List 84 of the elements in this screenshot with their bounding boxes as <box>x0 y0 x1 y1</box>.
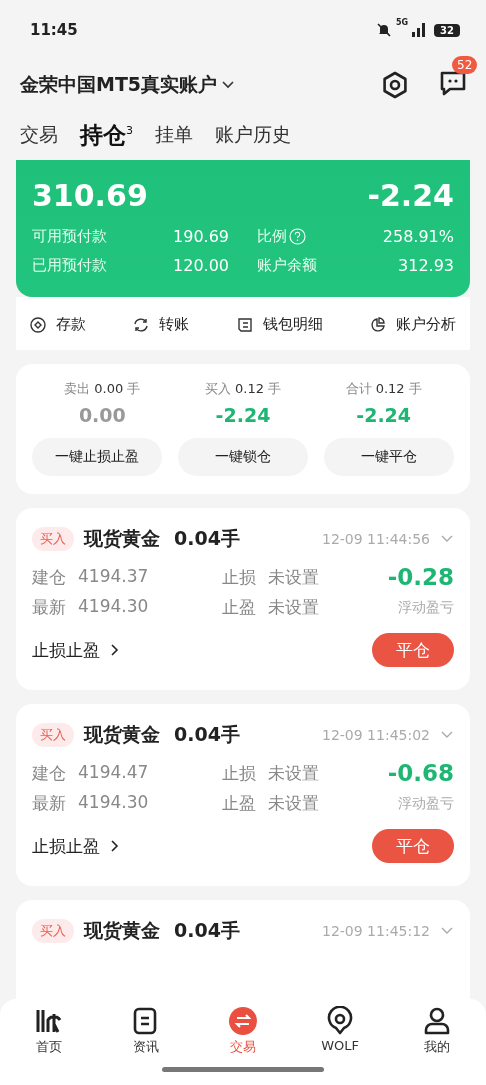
signal-icon <box>412 23 427 37</box>
field-label: 止损 <box>222 761 256 785</box>
pnl-value: -2.24 <box>215 404 271 426</box>
stat-value: 120.00 <box>173 256 229 275</box>
stat-label: 比例 <box>257 227 287 246</box>
pnl-value: 0.00 <box>78 404 126 426</box>
open-time: 12-09 11:45:02 <box>322 727 430 743</box>
field-label: 止损 <box>222 565 256 589</box>
equity-value: 310.69 <box>32 178 148 213</box>
lot-size: 0.04手 <box>174 722 240 747</box>
field-label: 止盈 <box>222 792 256 815</box>
side-tag: 买入 <box>32 723 74 747</box>
chevron-right-icon[interactable] <box>110 643 120 657</box>
lot-size: 0.04手 <box>174 526 240 551</box>
bulk-action-button[interactable]: 一键止损止盈 <box>32 438 162 476</box>
battery-indicator: 32 <box>434 23 460 37</box>
pnl-value: -2.24 <box>356 404 412 426</box>
field-label: 最新 <box>32 792 66 815</box>
field-value: 4194.37 <box>78 565 149 588</box>
tab[interactable]: 账户历史 <box>215 122 291 148</box>
notification-badge: 52 <box>452 56 478 74</box>
close-position-button[interactable]: 平仓 <box>372 829 454 863</box>
side-tag: 买入 <box>32 527 74 551</box>
tab[interactable]: 挂单 <box>155 122 193 148</box>
stop-loss-link[interactable]: 止损止盈 <box>32 638 100 662</box>
lot-size: 0.04手 <box>174 918 240 943</box>
tab[interactable]: 持仓$^{3}$ <box>80 119 133 151</box>
nav-item[interactable]: 交易 <box>207 1005 278 1057</box>
bulk-action-button[interactable]: 一键锁仓 <box>178 438 308 476</box>
nav-item[interactable]: 资讯 <box>110 1005 181 1057</box>
field-value: 未设置 <box>268 761 319 785</box>
mute-bell-icon <box>375 22 392 38</box>
stat-label: 已用预付款 <box>32 256 107 275</box>
field-value: 未设置 <box>268 565 319 589</box>
field-label: 最新 <box>32 596 66 619</box>
nav-item[interactable]: 我的 <box>402 1005 473 1057</box>
field-label: 建仓 <box>32 565 66 589</box>
nav-item[interactable]: WOLF <box>305 1005 376 1057</box>
stat-label: 账户余额 <box>257 256 317 275</box>
network-label: 5G <box>395 18 409 27</box>
close-position-button[interactable]: 平仓 <box>372 633 454 667</box>
field-label: 建仓 <box>32 761 66 785</box>
side-tag: 买入 <box>32 919 74 943</box>
receipt-icon[interactable] <box>236 316 253 333</box>
action-link[interactable]: 账户分析 <box>396 315 456 334</box>
account-selector[interactable]: 金荣中国MT5真实账户 <box>20 72 218 98</box>
open-time: 12-09 11:44:56 <box>322 531 430 547</box>
pie-chart-icon[interactable] <box>370 316 386 333</box>
pnl-label: 浮动盈亏 <box>397 794 454 813</box>
nav-item[interactable]: 首页 <box>13 1005 84 1057</box>
stop-loss-link[interactable]: 止损止盈 <box>32 834 100 858</box>
symbol-name: 现货黄金 <box>84 526 160 551</box>
floating-pnl: -0.28 <box>387 564 454 590</box>
stat-value: 258.91% <box>382 227 454 246</box>
exchange-icon <box>227 1006 258 1036</box>
transfer-icon[interactable] <box>133 316 150 333</box>
action-link[interactable]: 存款 <box>56 315 86 334</box>
floating-pnl: -0.68 <box>387 760 454 786</box>
status-time: 11:45 <box>30 21 78 39</box>
field-value: 未设置 <box>268 792 319 815</box>
symbol-name: 现货黄金 <box>84 722 160 747</box>
bulk-action-button[interactable]: 一键平仓 <box>324 438 454 476</box>
field-value: 4194.30 <box>78 596 149 618</box>
symbol-name: 现货黄金 <box>84 918 160 943</box>
stat-label: 可用预付款 <box>32 227 107 246</box>
chevron-down-icon[interactable] <box>221 80 236 90</box>
tab[interactable]: 交易 <box>20 122 58 148</box>
lots-summary: 买入 0.12 手 <box>204 380 282 398</box>
stat-value: 190.69 <box>173 227 229 246</box>
settings-icon[interactable] <box>380 70 410 100</box>
lots-summary: 卖出 0.00 手 <box>64 380 141 398</box>
action-link[interactable]: 转账 <box>159 315 190 334</box>
deposit-icon[interactable] <box>30 316 46 333</box>
field-value: 4194.30 <box>78 792 149 814</box>
pnl-label: 浮动盈亏 <box>397 598 454 617</box>
profit-value: -2.24 <box>367 178 454 213</box>
lots-summary: 合计 0.12 手 <box>345 380 422 398</box>
open-time: 12-09 11:45:12 <box>322 923 430 939</box>
stat-value: 312.93 <box>398 256 454 275</box>
chevron-right-icon[interactable] <box>110 839 120 853</box>
field-value: 未设置 <box>268 596 319 619</box>
field-label: 止盈 <box>222 596 256 619</box>
field-value: 4194.47 <box>78 761 149 784</box>
action-link[interactable]: 钱包明细 <box>262 315 323 334</box>
